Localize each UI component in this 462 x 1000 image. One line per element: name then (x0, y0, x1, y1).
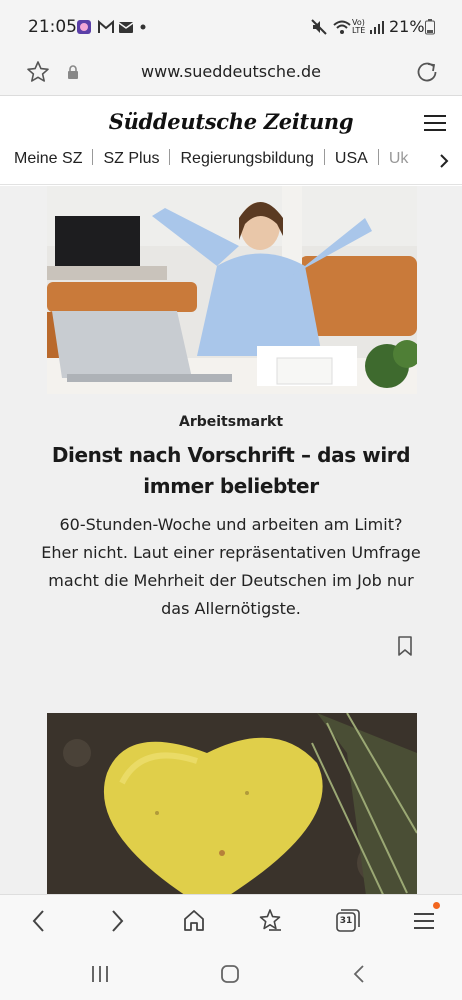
gmail-notification-icon (98, 19, 114, 33)
url-field[interactable]: www.sueddeutsche.de (0, 62, 462, 81)
article-image[interactable] (47, 713, 417, 894)
back-icon[interactable] (28, 908, 50, 934)
nav-item-uk[interactable]: Uk (389, 150, 409, 168)
site-header: Süddeutsche Zeitung Meine SZ SZ Plus Regie… (0, 97, 462, 185)
site-logo[interactable]: Süddeutsche Zeitung (0, 109, 462, 134)
nav-separator (377, 149, 379, 165)
browser-url-bar: www.sueddeutsche.de (0, 50, 462, 96)
chevron-right-icon[interactable] (438, 153, 450, 169)
nav-item-sz-plus[interactable]: SZ Plus (103, 150, 159, 168)
network-type: Vo) LTE (352, 18, 366, 35)
status-bar: 21:05 Vo) LTE 21% (0, 0, 462, 50)
reload-icon[interactable] (414, 59, 440, 85)
browser-toolbar: 31 (0, 894, 462, 948)
hamburger-icon[interactable] (424, 114, 446, 132)
battery-icon (425, 19, 435, 35)
section-nav: Meine SZ SZ Plus Regierungsbildung USA Uk (14, 149, 432, 173)
signal-icon (370, 21, 384, 34)
recents-icon[interactable] (90, 964, 110, 984)
mute-icon (311, 19, 327, 35)
nav-separator (92, 149, 94, 165)
bookmarks-icon[interactable] (257, 908, 283, 934)
bookmark-icon[interactable] (397, 636, 413, 656)
home-icon[interactable] (182, 908, 206, 934)
wifi-icon (333, 20, 351, 34)
gallery-notification-icon (77, 20, 91, 34)
home-button-icon[interactable] (220, 964, 240, 984)
back-button-icon[interactable] (350, 964, 370, 984)
article-headline[interactable]: Dienst nach Vorschrift – das wird immer … (40, 440, 422, 502)
more-notifications-dot-icon (140, 24, 146, 30)
menu-icon[interactable] (412, 908, 436, 934)
nav-item-regierungsbildung[interactable]: Regierungsbildung (180, 150, 313, 168)
nav-item-usa[interactable]: USA (335, 150, 368, 168)
nav-separator (169, 149, 171, 165)
notification-badge (433, 902, 440, 909)
article-feed: Arbeitsmarkt Dienst nach Vorschrift – da… (0, 186, 462, 894)
nav-item-meine-sz[interactable]: Meine SZ (14, 150, 82, 168)
forward-icon[interactable] (106, 908, 128, 934)
article-teaser[interactable]: 60-Stunden-Woche und arbeiten am Limit? … (40, 511, 422, 623)
article-image[interactable] (47, 186, 417, 394)
system-navigation-bar (0, 948, 462, 1000)
tabs-count: 31 (339, 916, 353, 926)
article-kicker: Arbeitsmarkt (178, 414, 284, 430)
nav-separator (323, 149, 325, 165)
tabs-button[interactable]: 31 (335, 907, 361, 933)
status-time: 21:05 (28, 17, 77, 37)
mail-notification-icon (118, 22, 134, 33)
battery-percent: 21% (389, 17, 425, 36)
